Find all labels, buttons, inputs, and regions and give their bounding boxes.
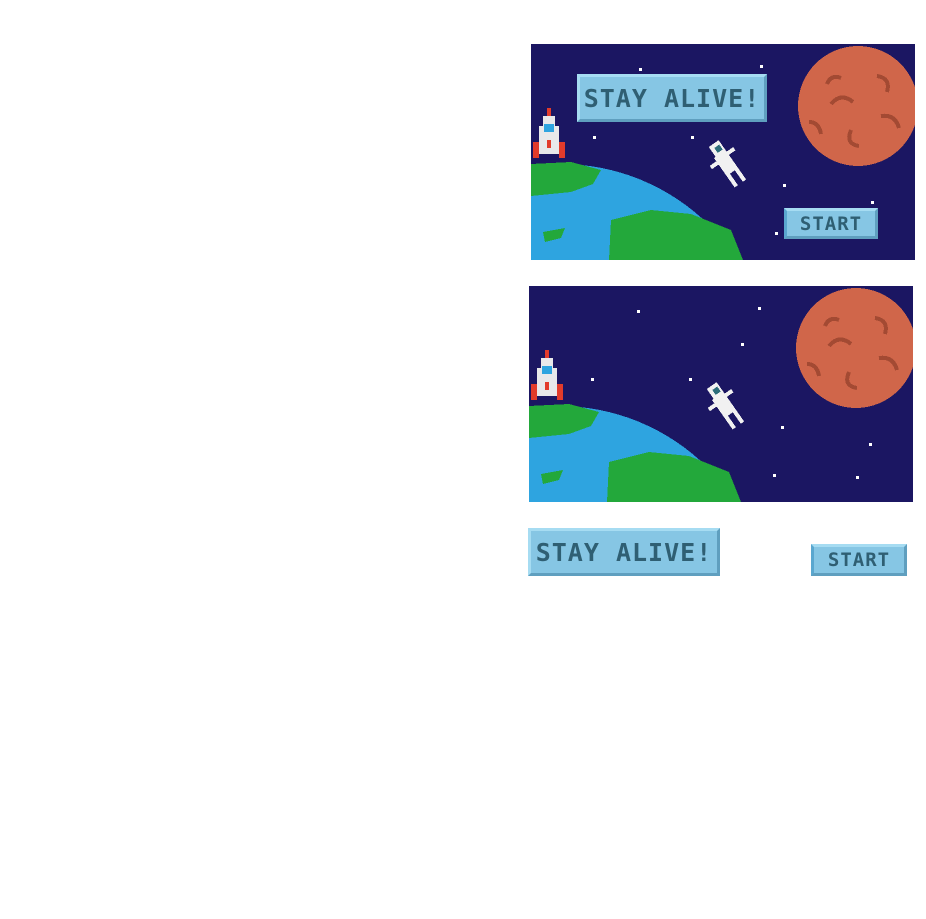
mars-planet: [798, 46, 915, 166]
star-icon: [783, 184, 786, 187]
star-icon: [637, 310, 640, 313]
star-icon: [760, 65, 763, 68]
star-icon: [741, 343, 744, 346]
scene-background-art: [529, 286, 913, 502]
game-scene-background: [529, 286, 913, 502]
title-asset-text: STAY ALIVE!: [535, 537, 713, 567]
star-icon: [758, 307, 761, 310]
star-icon: [869, 443, 872, 446]
start-button[interactable]: START: [784, 208, 878, 239]
title-text: STAY ALIVE!: [583, 83, 761, 113]
start-asset-text: START: [827, 549, 891, 571]
start-text: START: [799, 212, 863, 235]
star-icon: [775, 232, 778, 235]
star-icon: [593, 136, 596, 139]
stay-alive-title-asset: STAY ALIVE!: [528, 528, 720, 576]
star-icon: [639, 68, 642, 71]
star-icon: [591, 378, 594, 381]
start-button-asset[interactable]: START: [811, 544, 907, 576]
star-icon: [781, 426, 784, 429]
star-icon: [689, 378, 692, 381]
star-icon: [856, 476, 859, 479]
stay-alive-title-label: STAY ALIVE!: [577, 74, 767, 122]
star-icon: [773, 474, 776, 477]
mars-planet: [796, 288, 913, 408]
star-icon: [691, 136, 694, 139]
star-icon: [871, 201, 874, 204]
